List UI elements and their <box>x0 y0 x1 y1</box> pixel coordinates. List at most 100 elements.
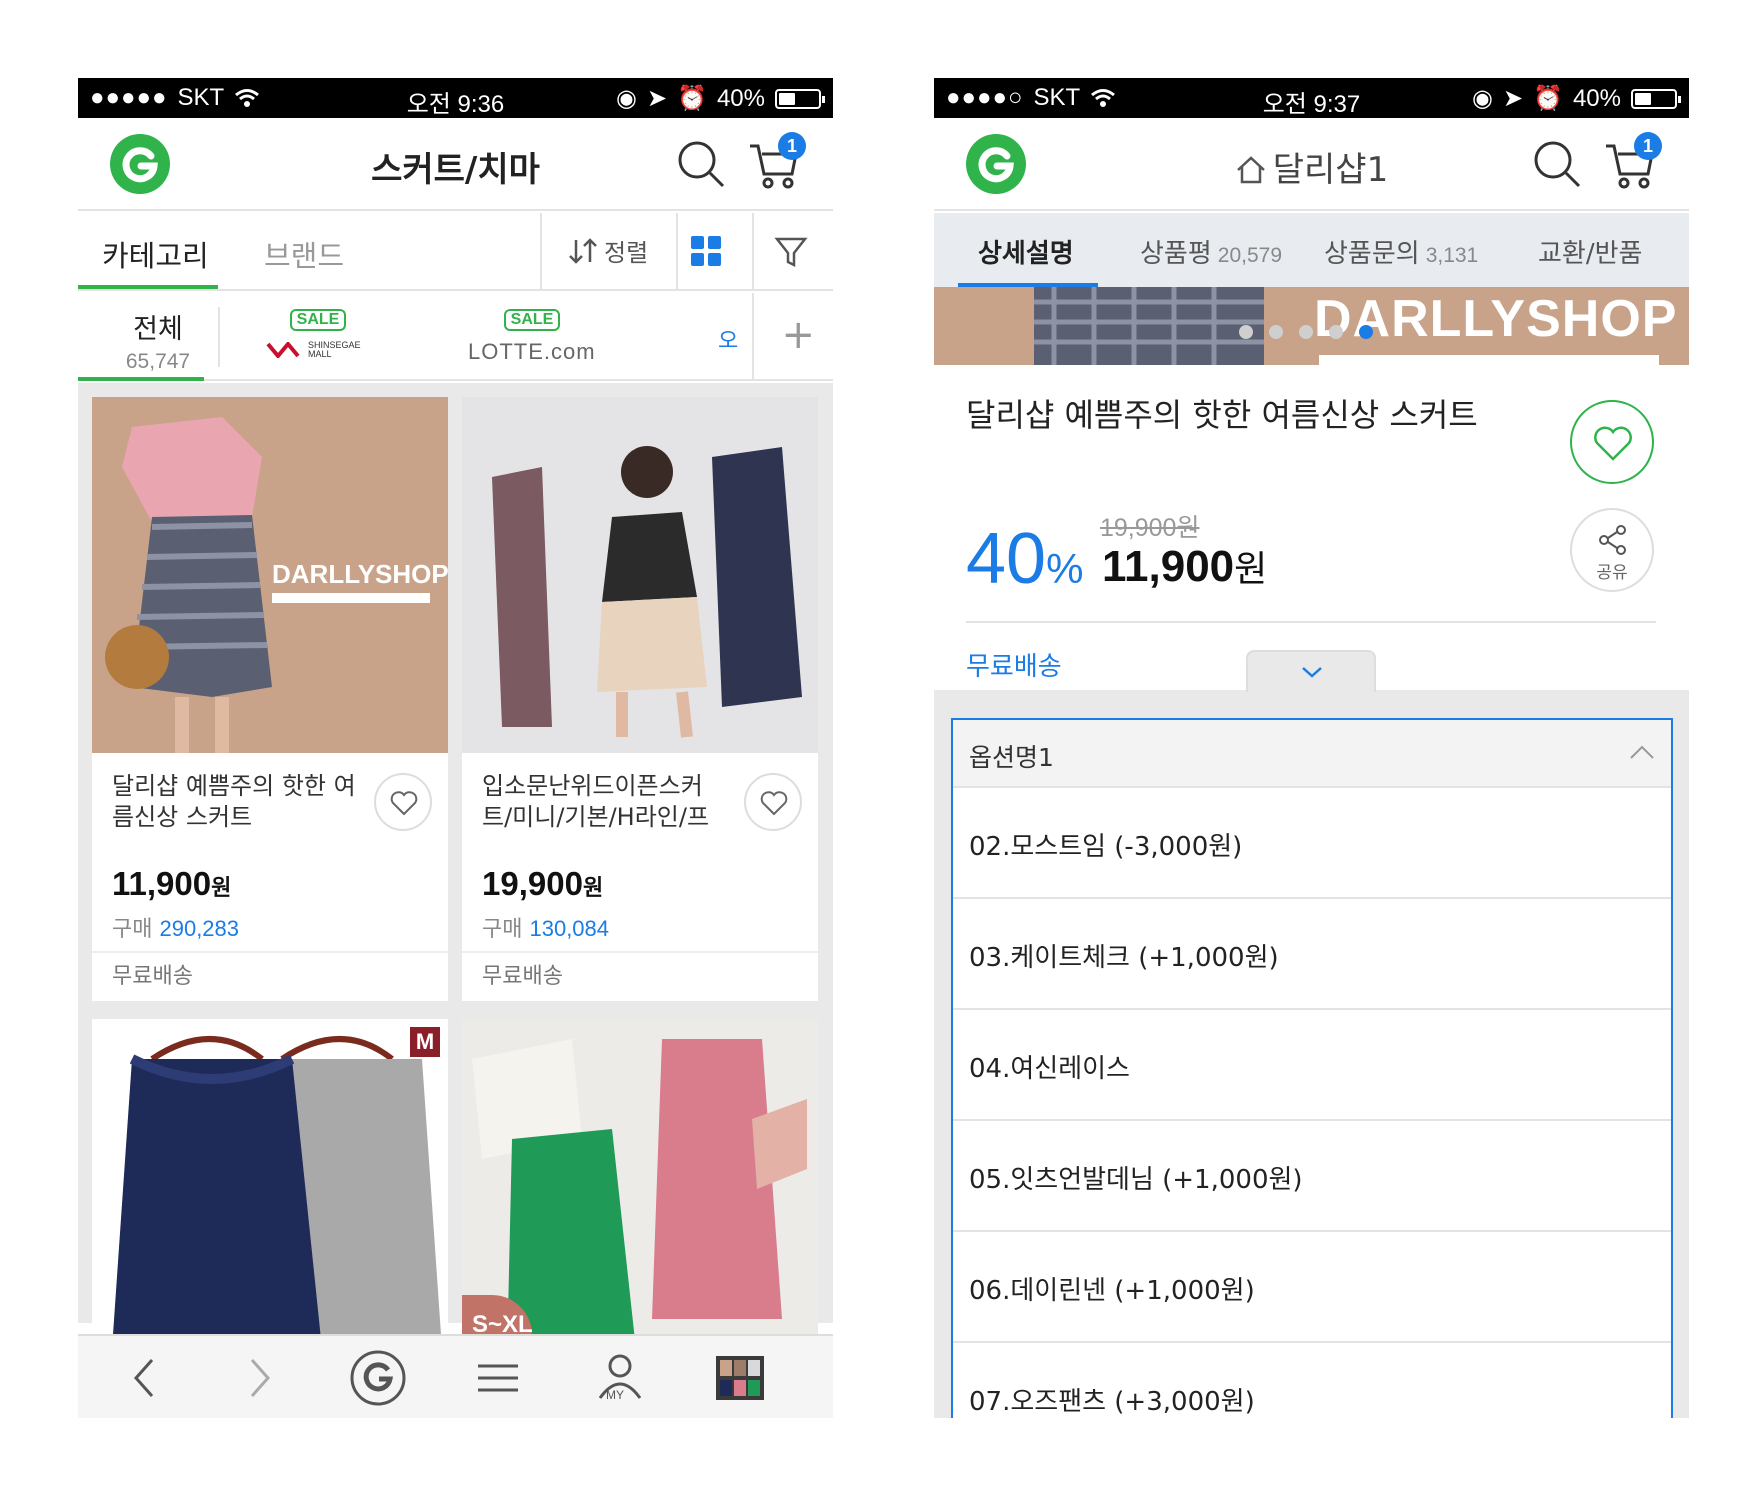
divider <box>676 213 678 291</box>
forward-button[interactable] <box>230 1350 286 1406</box>
option-item[interactable]: 03.케이트체크 (+1,000원) <box>953 899 1671 1010</box>
option-panel-toggle[interactable] <box>1246 650 1376 692</box>
product-image[interactable] <box>462 397 818 753</box>
cart-count-badge: 1 <box>778 132 806 160</box>
tab-brand[interactable]: 브랜드 <box>264 233 344 275</box>
app-header: 스커트/치마 1 <box>78 118 833 211</box>
tab-category[interactable]: 카테고리 <box>102 233 209 275</box>
filter-button[interactable] <box>774 235 808 273</box>
option-item[interactable]: 05.잇츠언발데님 (+1,000원) <box>953 1121 1671 1232</box>
chevron-right-icon <box>250 1359 271 1397</box>
option-dropdown[interactable]: 옵션명1 02.모스트임 (-3,000원) 03.케이트체크 (+1,000원… <box>951 718 1673 1418</box>
tab-questions[interactable]: 상품문의 3,131 <box>1324 233 1478 270</box>
sort-label: 정렬 <box>604 239 649 267</box>
shipping-info[interactable]: 무료배송 <box>966 646 1062 683</box>
original-price: 19,900원 <box>1100 514 1200 542</box>
product-image-carousel[interactable]: DARLLYSHOP <box>934 287 1689 365</box>
shinsegae-logo-icon <box>266 342 300 358</box>
heart-icon <box>390 791 418 816</box>
discount-value: 40 <box>966 519 1047 599</box>
battery-icon <box>775 88 825 109</box>
cart-button[interactable]: 1 <box>746 132 806 192</box>
purchase-count: 구매 130,084 <box>482 911 609 943</box>
carousel-dot[interactable] <box>1329 325 1343 339</box>
product-grid: DARLLYSHOP 달리샵 예쁨주의 핫한 여름신상 스커트 11,900원 … <box>78 383 833 1375</box>
shipping-label: 무료배송 <box>462 951 818 1001</box>
option-dropdown-header[interactable]: 옵션명1 <box>953 720 1671 788</box>
option-item-label: 06.데이린넨 (+1,000원) <box>969 1276 1255 1306</box>
option-item[interactable]: 04.여신레이스 <box>953 1010 1671 1121</box>
home-g-button[interactable] <box>350 1350 406 1406</box>
back-button[interactable] <box>118 1350 174 1406</box>
home-icon <box>1236 156 1265 184</box>
menu-icon <box>478 1364 518 1392</box>
product-card[interactable]: M <box>92 1019 448 1375</box>
store-filter-bar: 전체 65,747 SALE SHINSEGAE MALL SALE LOTTE… <box>78 293 833 381</box>
tab-returns[interactable]: 교환/반품 <box>1538 233 1642 270</box>
orientation-lock-icon: ◉ <box>616 85 637 112</box>
divider <box>966 621 1656 623</box>
g-logo-button[interactable] <box>966 134 1026 194</box>
divider <box>752 293 754 381</box>
store-name: 달리샵1 <box>1272 150 1389 190</box>
product-image[interactable]: M <box>92 1019 448 1375</box>
search-icon <box>678 141 725 188</box>
my-page-button[interactable]: MY <box>592 1350 648 1406</box>
product-name[interactable]: 입소문난위드이픈스커트/미니/기본/H라인/프 <box>482 771 732 833</box>
seller-logo: M <box>410 1027 440 1057</box>
tab-description[interactable]: 상세설명 <box>978 233 1074 270</box>
option-item[interactable]: 07.오즈팬츠 (+3,000원) <box>953 1343 1671 1418</box>
search-button[interactable] <box>1529 136 1585 192</box>
wishlist-button[interactable] <box>744 773 802 831</box>
carousel-dot[interactable] <box>1269 325 1283 339</box>
grid-view-button[interactable] <box>690 235 722 271</box>
sale-price: 11,900원 <box>1102 540 1267 592</box>
app-header: 달리샵1 1 <box>934 118 1689 211</box>
carousel-dot[interactable] <box>1239 325 1253 339</box>
menu-button[interactable] <box>470 1350 526 1406</box>
chevron-down-icon <box>1302 667 1322 678</box>
filter-all[interactable]: 전체 65,747 <box>93 307 223 374</box>
share-button[interactable]: 공유 <box>1570 508 1654 592</box>
product-price: 19,900원 <box>482 865 603 903</box>
product-image[interactable]: S~XL <box>462 1019 818 1375</box>
tab-label: 교환/반품 <box>1538 239 1643 269</box>
tab-count: 3,131 <box>1425 244 1479 267</box>
purchase-count: 구매 290,283 <box>112 911 239 943</box>
purchase-number: 130,084 <box>529 916 610 941</box>
grid-view-icon <box>691 236 721 266</box>
filter-icon <box>774 237 808 268</box>
product-card[interactable]: DARLLYSHOP 달리샵 예쁨주의 핫한 여름신상 스커트 11,900원 … <box>92 397 448 1001</box>
sort-button[interactable]: 정렬 <box>568 233 648 268</box>
carousel-dot[interactable] <box>1299 325 1313 339</box>
page-title: 스커트/치마 <box>371 150 540 190</box>
chevron-up-icon <box>1630 745 1654 759</box>
carousel-dot-active[interactable] <box>1359 325 1373 339</box>
product-card[interactable]: 입소문난위드이픈스커트/미니/기본/H라인/프 19,900원 구매 130,0… <box>462 397 818 1001</box>
brand-watermark: DARLLYSHOP <box>272 559 448 589</box>
product-image[interactable]: DARLLYSHOP <box>92 397 448 753</box>
tab-count: 20,579 <box>1217 244 1282 267</box>
store-partial[interactable]: 오 <box>718 323 738 355</box>
product-name[interactable]: 달리샵 예쁨주의 핫한 여름신상 스커트 <box>112 771 362 833</box>
tab-reviews[interactable]: 상품평 20,579 <box>1140 233 1282 270</box>
search-button[interactable] <box>673 136 729 192</box>
g-logo-button[interactable] <box>110 134 170 194</box>
wishlist-button[interactable] <box>374 773 432 831</box>
discount-rate: 40% <box>966 518 1083 600</box>
option-item[interactable]: 02.모스트임 (-3,000원) <box>953 788 1671 899</box>
bottom-navigation: MY <box>78 1334 833 1418</box>
product-card[interactable]: S~XL <box>462 1019 818 1375</box>
add-store-button[interactable]: + <box>781 315 815 355</box>
banner-stripe <box>1319 355 1659 365</box>
recent-items-button[interactable] <box>712 1350 768 1406</box>
tab-label: 상세설명 <box>978 239 1074 269</box>
option-item[interactable]: 06.데이린넨 (+1,000원) <box>953 1232 1671 1343</box>
wishlist-button[interactable] <box>1570 400 1654 484</box>
divider <box>752 213 754 291</box>
option-panel: 옵션명1 02.모스트임 (-3,000원) 03.케이트체크 (+1,000원… <box>934 650 1689 1418</box>
store-title[interactable]: 달리샵1 <box>1094 142 1529 191</box>
cart-button[interactable]: 1 <box>1602 132 1662 192</box>
alarm-icon: ⏰ <box>1533 85 1563 112</box>
share-icon <box>1599 525 1626 555</box>
